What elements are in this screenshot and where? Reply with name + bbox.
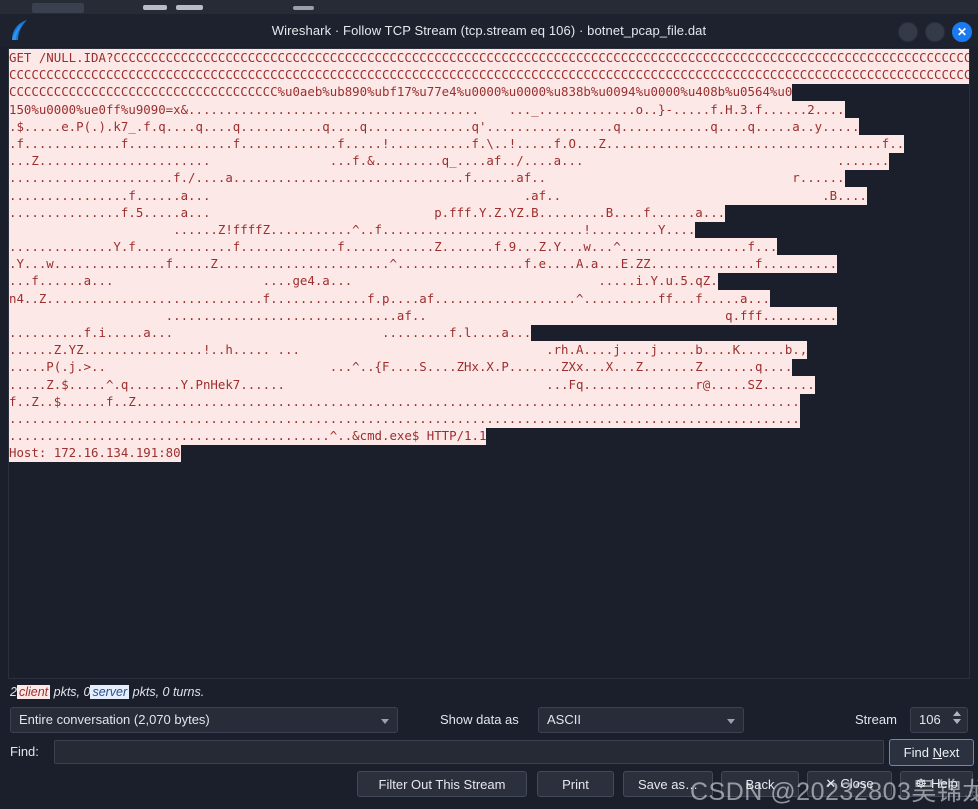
stream-number-value: 106 bbox=[919, 712, 941, 727]
stream-text: GET /NULL.IDA?CCCCCCCCCCCCCCCCCCCCCCCCCC… bbox=[9, 49, 969, 463]
stream-line: .....P(.j.>.. ...^..{F....S....ZHx.X.P..… bbox=[9, 358, 793, 377]
help-button-label: Help bbox=[930, 776, 958, 791]
chevron-down-icon bbox=[727, 719, 735, 724]
conversation-select[interactable]: Entire conversation (2,070 bytes) bbox=[10, 707, 398, 733]
spinner-arrows-icon[interactable] bbox=[952, 711, 962, 729]
stream-line: ...f......a... ....ge4.a... .....i.Y.u.5… bbox=[9, 272, 718, 291]
background-chip bbox=[32, 3, 84, 13]
stream-controls-row: Entire conversation (2,070 bytes) Show d… bbox=[0, 707, 978, 735]
stream-line: .....Z.$.....^.q.......Y.PnHek7...... ..… bbox=[9, 375, 815, 394]
server-keyword: server bbox=[90, 685, 130, 699]
background-chip bbox=[143, 5, 167, 10]
stream-line: f..Z..$......f..Z.......................… bbox=[9, 392, 800, 411]
back-button[interactable]: Back bbox=[721, 771, 799, 797]
print-button[interactable]: Print bbox=[537, 771, 614, 797]
stream-line: ........................................… bbox=[9, 427, 487, 446]
find-next-prefix: Find bbox=[903, 745, 933, 760]
stream-line: CCCCCCCCCCCCCCCCCCCCCCCCCCCCCCCCCCCC%u0a… bbox=[9, 83, 793, 102]
maximize-button[interactable] bbox=[925, 22, 945, 42]
stream-line: 150%u0000%ue0ff%u9090=x&................… bbox=[9, 100, 845, 119]
stream-line: GET /NULL.IDA?CCCCCCCCCCCCCCCCCCCCCCCCCC… bbox=[9, 49, 969, 67]
stream-line: ...............f.5.....a... p.fff.Y.Z.YZ… bbox=[9, 203, 726, 222]
stream-line: .$.....e.P(.).k7_.f.q....q....q.........… bbox=[9, 117, 860, 136]
find-row: Find: Find Next bbox=[0, 739, 978, 766]
find-next-button[interactable]: Find Next bbox=[889, 739, 974, 766]
lifebuoy-icon: ☸ bbox=[915, 776, 927, 791]
background-chip bbox=[176, 5, 203, 10]
conversation-select-value: Entire conversation (2,070 bytes) bbox=[19, 712, 210, 727]
title-bar: Wireshark · Follow TCP Stream (tcp.strea… bbox=[0, 14, 978, 47]
close-button-label: Close bbox=[840, 776, 874, 791]
stream-line: Host: 172.16.134.191:80 bbox=[9, 444, 181, 463]
stream-content-view[interactable]: GET /NULL.IDA?CCCCCCCCCCCCCCCCCCCCCCCCCC… bbox=[8, 48, 970, 679]
stream-line: ......Z.YZ................!..h..... ... … bbox=[9, 341, 808, 360]
stream-line: ................f......a... .af.. .B.... bbox=[9, 186, 867, 205]
stream-number-stepper[interactable]: 106 bbox=[910, 707, 968, 733]
stream-line: ...............................af.. q.ff… bbox=[9, 306, 838, 325]
client-packet-count: 2 bbox=[10, 685, 17, 699]
minimize-button[interactable] bbox=[898, 22, 918, 42]
stream-line: .Y...w...............f.....Z............… bbox=[9, 255, 838, 274]
status-mid-text: pkts, bbox=[50, 685, 84, 699]
stream-line: CCCCCCCCCCCCCCCCCCCCCCCCCCCCCCCCCCCCCCCC… bbox=[9, 66, 969, 85]
stream-line: ......Z!ffffZ...........^..f............… bbox=[9, 220, 696, 239]
stream-line: ..............Y.f.............f.........… bbox=[9, 238, 778, 257]
show-data-as-select[interactable]: ASCII bbox=[538, 707, 744, 733]
chevron-down-icon bbox=[381, 719, 389, 724]
show-data-as-value: ASCII bbox=[547, 712, 581, 727]
stream-label: Stream bbox=[855, 712, 897, 727]
background-chip bbox=[293, 6, 314, 10]
close-icon: ✕ bbox=[825, 776, 837, 791]
close-button[interactable]: ✕ Close bbox=[807, 771, 892, 797]
show-data-as-label: Show data as bbox=[440, 712, 519, 727]
find-next-accelerator: N bbox=[932, 745, 942, 760]
status-suffix-text: pkts, 0 turns. bbox=[129, 685, 205, 699]
client-keyword: client bbox=[16, 685, 51, 699]
window-title: Wireshark · Follow TCP Stream (tcp.strea… bbox=[271, 23, 707, 38]
window-close-button[interactable]: ✕ bbox=[952, 22, 972, 42]
stream-line: ..........f.i.....a... .........f.l....a… bbox=[9, 324, 532, 342]
background-window-strip bbox=[0, 0, 978, 15]
stream-line: ........................................… bbox=[9, 409, 800, 428]
stream-line: ...Z....................... ...f.&......… bbox=[9, 152, 890, 171]
stream-line: .f.............f..............f.........… bbox=[9, 134, 905, 153]
find-label: Find: bbox=[10, 744, 39, 759]
resize-grip[interactable] bbox=[963, 785, 975, 797]
stream-line: n4..Z.............................f.....… bbox=[9, 289, 770, 308]
find-next-suffix: ext bbox=[941, 745, 960, 760]
window-controls: ✕ bbox=[898, 22, 972, 42]
dialog-button-row: Filter Out This Stream Print Save as… Ba… bbox=[0, 771, 978, 799]
find-input[interactable] bbox=[54, 740, 884, 764]
stream-status-line: 2 client pkts, 0 server pkts, 0 turns. bbox=[10, 685, 204, 699]
filter-out-this-stream-button[interactable]: Filter Out This Stream bbox=[357, 771, 527, 797]
save-as-button[interactable]: Save as… bbox=[623, 771, 713, 797]
stream-line: ......................f./....a..........… bbox=[9, 169, 845, 188]
